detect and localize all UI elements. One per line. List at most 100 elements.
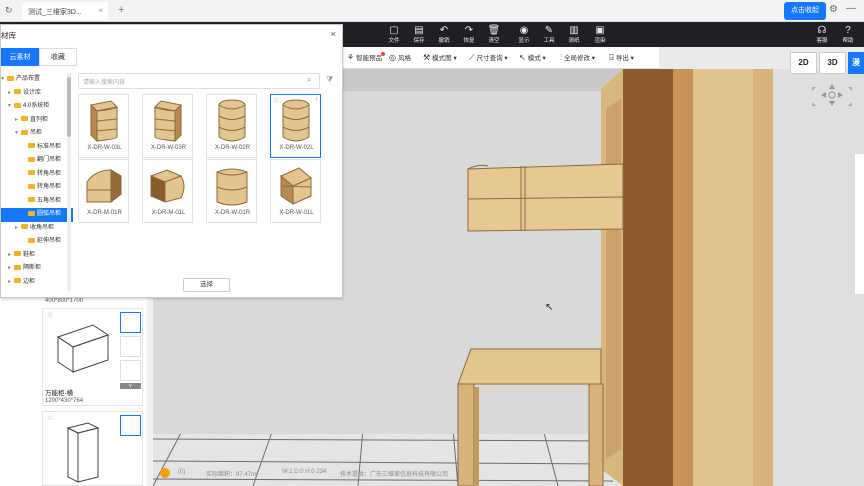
secondary-tool-ruler[interactable]: ⟋ 尺寸查询 ▾	[469, 47, 508, 69]
tab-favorites[interactable]: 收藏	[39, 48, 77, 66]
view-3d-button[interactable]: 3D	[819, 52, 846, 74]
navigation-control[interactable]	[810, 84, 854, 114]
toolbar-tool[interactable]: ✎ 工具	[537, 22, 561, 47]
toolbar-help[interactable]: ? 帮助	[836, 22, 860, 47]
scrollbar[interactable]	[67, 73, 71, 291]
search-input[interactable]: 请输入搜索内容	[78, 73, 320, 89]
tree-node[interactable]: ▸ 收角吊柜	[1, 222, 73, 236]
folder-icon	[28, 170, 35, 176]
variant-thumb[interactable]	[120, 360, 141, 381]
material-card[interactable]: X-DR-W-03L	[78, 94, 129, 158]
material-card[interactable]: X-DR-W-02R	[206, 94, 257, 158]
toolbar-file[interactable]: ▢ 文件	[382, 22, 406, 47]
tree-node[interactable]: ▸ 设计库	[1, 87, 73, 101]
toolbar-redo[interactable]: ↷ 恢复	[457, 22, 481, 47]
chevron-down-icon: ▾	[502, 55, 508, 62]
file-icon: ▢	[389, 25, 399, 36]
secondary-tool-smart[interactable]: ⚘ 智能预品	[347, 47, 382, 69]
expand-icon[interactable]: v	[120, 383, 141, 389]
material-card[interactable]: X-DR-M-01R	[78, 159, 129, 223]
tree-node-label: 转角吊柜	[37, 184, 62, 190]
product-size: 400*800*1700	[45, 298, 84, 304]
secondary-tool-pointer[interactable]: ↖ 模式 ▾	[519, 47, 546, 69]
tree-node[interactable]: 圆弧吊柜	[1, 208, 73, 222]
tree-node[interactable]: ▸ 鞋柜	[1, 249, 73, 263]
secondary-tool-style[interactable]: ◎ 风格	[389, 47, 411, 69]
tree-node[interactable]: ▸ 边柜	[1, 276, 73, 290]
material-card[interactable]: X-DR-M-01L	[142, 159, 193, 223]
material-label: X-DR-M-01R	[87, 210, 122, 216]
star-icon[interactable]: ☆	[273, 96, 279, 104]
toolbar-label: 显示	[518, 38, 530, 44]
filter-icon[interactable]: ⧩	[326, 75, 333, 85]
chevron-down-icon: ▾	[590, 55, 596, 62]
tree-node[interactable]: 标准吊柜	[1, 141, 73, 155]
scrollbar[interactable]	[147, 298, 153, 486]
toolbar-service[interactable]: ☊ 客服	[810, 22, 834, 47]
minimize-icon[interactable]: —	[846, 3, 856, 14]
view-roam-button[interactable]: 漫游	[848, 52, 864, 74]
tree-node[interactable]: ▾ 产品布置	[1, 73, 73, 87]
variant-thumb[interactable]	[120, 415, 141, 436]
tree-node[interactable]: 五角吊柜	[1, 195, 73, 209]
secondary-tool-label: 模式	[527, 55, 541, 62]
tree-node[interactable]: 翻门吊柜	[1, 154, 73, 168]
undo-icon: ↶	[439, 25, 449, 36]
tree-node-label: 4.0系统柜	[23, 103, 50, 109]
new-tab-icon[interactable]: +	[118, 4, 124, 16]
collapse-button[interactable]: 点击收起	[784, 2, 826, 20]
variant-thumb[interactable]	[120, 336, 141, 357]
folder-icon	[21, 116, 28, 122]
secondary-tool-hammer[interactable]: ⚒ 模式图 ▾	[423, 47, 457, 69]
toolbar-undo[interactable]: ↶ 撤销	[432, 22, 456, 47]
export-icon: ⍈	[609, 53, 614, 62]
material-card[interactable]: X-DR-W-01L	[270, 159, 321, 223]
folder-icon	[28, 210, 35, 216]
ruler-icon: ⟋	[469, 53, 475, 62]
variant-thumb[interactable]	[120, 312, 141, 333]
right-side-panel[interactable]	[854, 154, 864, 294]
secondary-tool-bars[interactable]: ⫶ 全局修改 ▾	[560, 47, 595, 69]
tree-node[interactable]: ▾ 4.0系统柜	[1, 100, 73, 114]
secondary-tool-export[interactable]: ⍈ 导出 ▾	[609, 47, 634, 69]
tree-node-label: 标准吊柜	[37, 143, 62, 150]
tree-node[interactable]: ▾ 吊柜	[1, 127, 73, 141]
view-2d-button[interactable]: 2D	[790, 52, 817, 74]
gear-icon[interactable]: ⚙	[829, 4, 838, 15]
search-icon[interactable]: ⌕	[307, 75, 311, 85]
tree-node[interactable]: 转角吊柜	[1, 168, 73, 182]
tab-title: 测试_三维家3D...	[28, 9, 82, 16]
material-card[interactable]: X-DR-W-03R	[142, 94, 193, 158]
tree-node[interactable]: ▸ 隔断柜	[1, 262, 73, 276]
tree-node[interactable]: 延伸吊柜	[1, 235, 73, 249]
star-icon[interactable]: ☆	[47, 414, 53, 422]
folder-icon	[28, 156, 35, 162]
pointer-icon: ↖	[519, 53, 526, 62]
scrollbar-thumb[interactable]	[67, 77, 71, 137]
material-card[interactable]: X-DR-W-02L ☆ ↓	[270, 94, 321, 158]
material-thumbnail	[209, 97, 255, 143]
toolbar-save[interactable]: ▤ 保存	[407, 22, 431, 47]
tree-node[interactable]: 转角吊柜	[1, 181, 73, 195]
folder-icon	[28, 183, 35, 189]
smart-icon: ⚘	[347, 53, 355, 62]
material-card[interactable]: X-DR-W-01R	[206, 159, 257, 223]
tree-node[interactable]: ▸ 直列柜	[1, 114, 73, 128]
browser-tab[interactable]: 测试_三维家3D... ×	[22, 2, 108, 20]
toolbar-map[interactable]: ▥ 测纸	[562, 22, 586, 47]
secondary-tool-label: 全局修改	[564, 55, 590, 62]
tab-cloud-material[interactable]: 云素材	[1, 48, 39, 66]
toolbar-clear[interactable]: 🗑 清空	[482, 22, 506, 47]
secondary-tool-label: 模式图	[432, 55, 452, 62]
toolbar-eye[interactable]: ◉ 显示	[512, 22, 536, 47]
select-button[interactable]: 选择	[183, 278, 230, 292]
refresh-icon[interactable]: ↻	[5, 5, 13, 16]
download-icon[interactable]: ↓	[315, 96, 318, 102]
music-icon[interactable]	[160, 468, 170, 478]
render-icon: ▣	[595, 25, 605, 36]
tree-node-label: 产品布置	[16, 76, 41, 82]
close-icon[interactable]: ×	[98, 6, 103, 15]
product-card[interactable]: ☆	[42, 411, 143, 486]
close-icon[interactable]: ×	[331, 29, 336, 39]
toolbar-render[interactable]: ▣ 渲染	[588, 22, 612, 47]
